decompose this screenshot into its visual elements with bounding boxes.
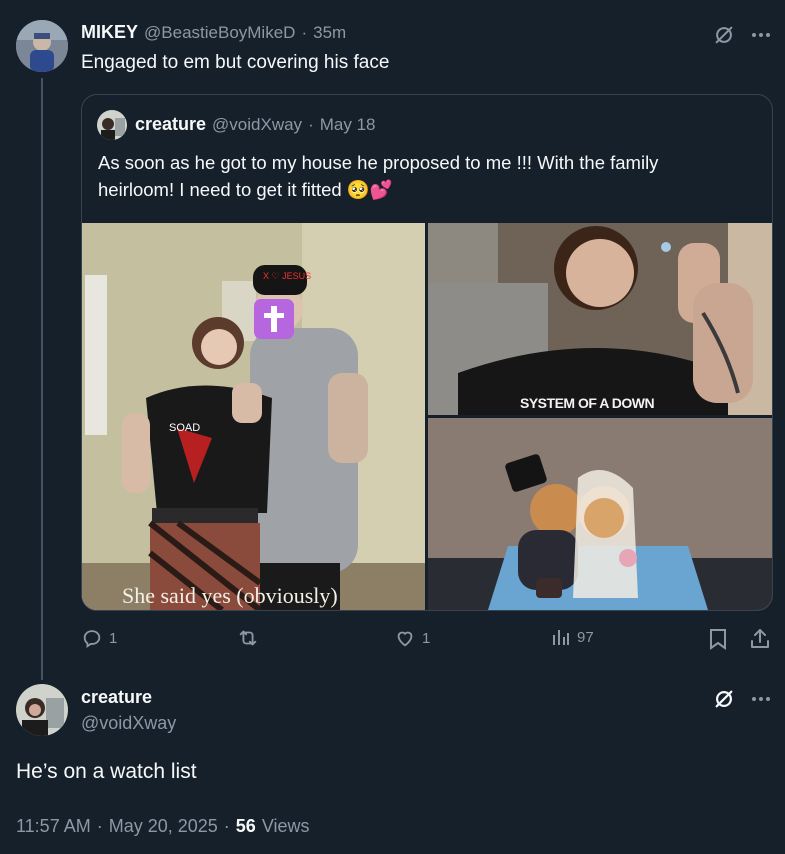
tweet-text: He’s on a watch list (16, 760, 197, 783)
photo-shirt-text: SYSTEM OF A DOWN (520, 395, 655, 411)
views-button[interactable]: 97 (551, 627, 594, 647)
tweet-text: Engaged to em but covering his face (81, 52, 390, 73)
analytics-icon (553, 630, 569, 645)
like-button[interactable]: 1 (394, 627, 430, 649)
separator-dot: · (308, 115, 314, 134)
quoted-tweet-text: As soon as he got to my house he propose… (98, 149, 658, 203)
quoted-author-handle[interactable]: @voidXway (212, 115, 302, 135)
reply-icon (83, 630, 101, 649)
cap-text: X ♡ JESUS (263, 271, 311, 281)
views-count: 97 (577, 628, 594, 646)
photo-couple[interactable]: SOAD X ♡ JESUS She said yes (obviously) (82, 223, 425, 610)
photo-bear-figurine[interactable] (428, 418, 772, 610)
avatar[interactable] (16, 20, 68, 72)
grok-icon[interactable] (711, 686, 737, 712)
retweet-icon (239, 630, 257, 646)
avatar[interactable] (16, 684, 68, 736)
share-icon (751, 629, 769, 648)
views-label: Views (261, 816, 310, 836)
quoted-tweet-text-line: As soon as he got to my house he propose… (98, 152, 659, 173)
grok-icon[interactable] (711, 22, 737, 48)
bookmark-button[interactable] (706, 627, 730, 651)
author-name[interactable]: MIKEY (81, 22, 138, 43)
thread-connector-line (41, 78, 43, 680)
reply-count: 1 (109, 629, 118, 647)
separator-dot: · (96, 816, 103, 836)
quoted-tweet-card[interactable]: creature @voidXway · May 18 As soon as h… (81, 94, 773, 611)
quoted-author-name[interactable]: creature (135, 114, 206, 135)
separator-dot: · (301, 23, 308, 42)
share-button[interactable] (748, 627, 772, 651)
author-handle[interactable]: @BeastieBoyMikeD (144, 23, 295, 43)
photo-caption: She said yes (obviously) (122, 583, 338, 608)
separator-dot: · (223, 816, 230, 836)
quoted-avatar[interactable] (97, 110, 127, 140)
quoted-tweet-text-line: heirloom! I need to get it fitted 🥺💕 (98, 179, 393, 200)
heart-icon (397, 631, 413, 647)
shirt-graphic-text: SOAD (169, 422, 200, 434)
reply-button[interactable]: 1 (81, 627, 117, 649)
tweet-meta: 11:57 AM · May 20, 2025 · 56 Views (16, 816, 310, 837)
more-icon[interactable] (748, 22, 774, 48)
author-name[interactable]: creature (81, 687, 152, 708)
like-count: 1 (422, 629, 431, 647)
author-handle[interactable]: @voidXway (81, 713, 176, 734)
tweet-date[interactable]: May 20, 2025 (109, 816, 218, 837)
quoted-tweet-date[interactable]: May 18 (320, 115, 376, 135)
more-icon[interactable] (748, 686, 774, 712)
retweet-button[interactable] (236, 627, 266, 649)
views-count: 56 (235, 816, 256, 836)
photo-ring-hand[interactable]: SYSTEM OF A DOWN (428, 223, 772, 415)
tweet-time[interactable]: 11:57 AM (16, 816, 91, 837)
tweet-time[interactable]: 35m (313, 23, 346, 43)
bookmark-icon (710, 629, 726, 650)
